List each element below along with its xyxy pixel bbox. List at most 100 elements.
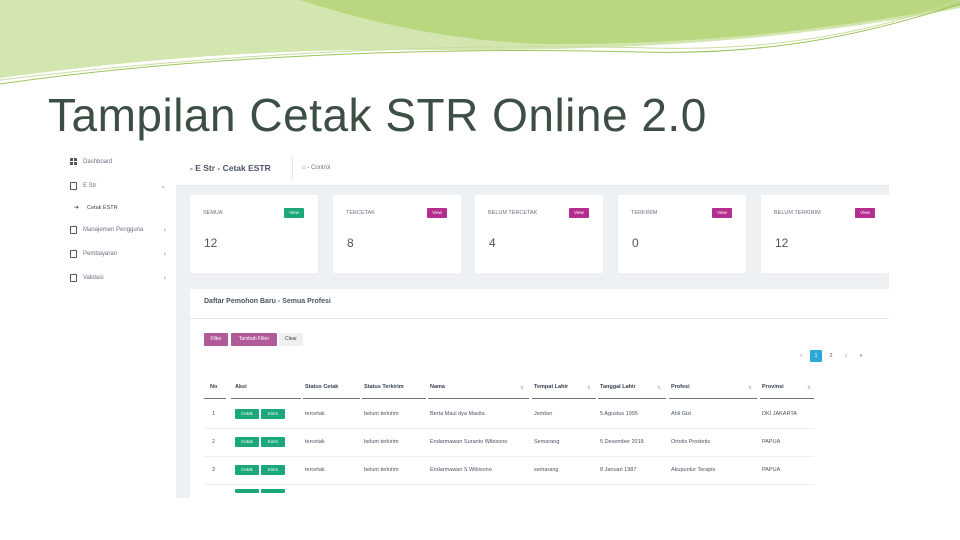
breadcrumb: ⌂ - Control — [302, 165, 330, 171]
kirim-button[interactable] — [261, 489, 285, 493]
sidebar-subitem-label: Cetak ESTR — [87, 204, 118, 211]
kirim-button[interactable]: Kirim — [261, 409, 285, 419]
sidebar-item-label: Pembayaran — [83, 251, 118, 257]
column-header-no[interactable]: No — [210, 384, 217, 390]
card-label: TERCETAK — [346, 210, 375, 216]
home-icon[interactable]: ⌂ — [302, 165, 306, 171]
kirim-button[interactable]: Kirim — [261, 437, 285, 447]
header-swoosh-decoration — [0, 0, 960, 85]
header-underline — [303, 398, 360, 399]
column-header-profesi[interactable]: Profesi — [671, 384, 690, 390]
sort-icon[interactable]: ⇅ — [807, 385, 811, 391]
card-value: 4 — [489, 236, 496, 250]
cell-status-cetak: tercetak — [305, 439, 325, 445]
grid-icon — [70, 158, 77, 166]
header-underline — [231, 398, 301, 399]
card-value: 0 — [632, 236, 639, 250]
sidebar-subitem-cetak-estr[interactable]: ➔ Cetak ESTR — [74, 204, 118, 212]
sort-icon[interactable]: ⇅ — [657, 385, 661, 391]
sidebar-item-label: Dashboard — [83, 159, 113, 165]
header-underline — [532, 398, 596, 399]
cell-no: 1 — [212, 411, 216, 417]
cell-profesi: Ortotis Prostetis — [671, 439, 711, 445]
app-screenshot: Dashboard E Str ⌄ ➔ Cetak ESTR Manajemen… — [64, 152, 889, 498]
document-icon — [70, 182, 77, 190]
view-button[interactable]: View — [427, 208, 447, 218]
breadcrumb-label: - Control — [307, 165, 331, 171]
view-button[interactable]: View — [569, 208, 589, 218]
add-filter-button[interactable]: Tambah Filter — [231, 333, 277, 346]
cell-provinsi: DKI JAKARTA — [762, 411, 797, 417]
header-underline — [204, 398, 226, 399]
divider — [190, 318, 889, 319]
table-row: 3 Cetak Kirim tercetak belum terkirim En… — [204, 456, 814, 485]
sidebar-item-manajemen-pengguna[interactable]: Manajemen Pengguna › — [70, 223, 170, 237]
view-button[interactable]: View — [855, 208, 875, 218]
cetak-button[interactable]: Cetak — [235, 409, 259, 419]
table-row: 2 Cetak Kirim tercetak belum terkirim En… — [204, 428, 814, 457]
cell-nama: Endarmawan Suranto Wibisono — [430, 439, 508, 445]
stat-card-semua: SEMUA View 12 — [190, 195, 318, 273]
kirim-button[interactable]: Kirim — [261, 465, 285, 475]
pager-prev[interactable]: ‹ — [795, 350, 807, 362]
sidebar-item-validasi[interactable]: Validasi › — [70, 271, 170, 285]
card-label: TERKIRIM — [631, 210, 658, 216]
cell-status-terkirim: belum terkirim — [364, 411, 399, 417]
stat-card-belum-terkirim: BELUM TERKIRIM View 12 — [761, 195, 889, 273]
arrow-right-icon: ➔ — [74, 205, 80, 211]
top-bar: - E Str - Cetak ESTR ⌂ - Control — [176, 152, 889, 186]
sidebar-item-label: Validasi — [83, 275, 104, 281]
column-header-provinsi[interactable]: Provinsi — [762, 384, 784, 390]
card-value: 12 — [204, 236, 218, 250]
page-title: - E Str - Cetak ESTR — [190, 163, 271, 173]
cetak-button[interactable]: Cetak — [235, 465, 259, 475]
header-underline — [362, 398, 426, 399]
column-header-tempat-lahir[interactable]: Tempat Lahir — [534, 384, 568, 390]
cell-tanggal-lahir: 5 Desember 2018 — [600, 439, 644, 445]
column-header-tanggal-lahir[interactable]: Tanggal Lahir — [600, 384, 636, 390]
cell-status-terkirim: belum terkirim — [364, 467, 399, 473]
card-value: 8 — [347, 236, 354, 250]
sidebar-item-label: Manajemen Pengguna — [83, 227, 144, 233]
cell-nama: Berta Maul dya Masita — [430, 411, 485, 417]
sidebar-item-pembayaran[interactable]: Pembayaran › — [70, 247, 170, 261]
card-value: 12 — [775, 236, 789, 250]
pager-next[interactable]: › — [840, 350, 852, 362]
pager-page-1[interactable]: 1 — [810, 350, 822, 362]
column-header-nama[interactable]: Nama — [430, 384, 445, 390]
document-icon — [70, 274, 77, 282]
column-header-status-terkirim[interactable]: Status Terkirim — [364, 384, 404, 390]
filter-button[interactable]: Filter — [204, 333, 228, 346]
cetak-button[interactable] — [235, 489, 259, 493]
sort-icon[interactable]: ⇅ — [520, 385, 524, 391]
cetak-button[interactable]: Cetak — [235, 437, 259, 447]
pager-page-2[interactable]: 2 — [825, 350, 837, 362]
sort-icon[interactable]: ⇅ — [587, 385, 591, 391]
cell-tempat-lahir: semarang — [534, 467, 559, 473]
applicants-panel: Daftar Pemohon Baru - Semua Profesi Filt… — [190, 289, 889, 498]
cell-status-cetak: tercetak — [305, 467, 325, 473]
view-button[interactable]: View — [284, 208, 304, 218]
sidebar-item-e-str[interactable]: E Str ⌄ — [70, 179, 170, 193]
column-header-aksi[interactable]: Aksi — [235, 384, 247, 390]
header-underline — [760, 398, 814, 399]
document-icon — [70, 226, 77, 234]
stat-card-belum-tercetak: BELUM TERCETAK View 4 — [475, 195, 603, 273]
pager-last[interactable]: » — [855, 350, 867, 362]
cell-no: 2 — [212, 439, 216, 445]
stat-card-tercetak: TERCETAK View 8 — [333, 195, 461, 273]
clear-button[interactable]: Clear — [279, 333, 303, 346]
divider — [292, 157, 293, 179]
cell-profesi: Ahli Gizi — [671, 411, 692, 417]
cell-profesi: Akupuntur Terapis — [671, 467, 716, 473]
view-button[interactable]: View — [712, 208, 732, 218]
chevron-down-icon: ⌄ — [160, 183, 166, 190]
cell-tanggal-lahir: 8 Januari 1987 — [600, 467, 637, 473]
cell-provinsi: PAPUA — [762, 467, 781, 473]
sort-icon[interactable]: ⇅ — [748, 385, 752, 391]
cell-provinsi: PAPUA — [762, 439, 781, 445]
sidebar-item-dashboard[interactable]: Dashboard — [70, 155, 170, 169]
cell-status-cetak: tercetak — [305, 411, 325, 417]
column-header-status-cetak[interactable]: Status Cetak — [305, 384, 338, 390]
cell-tempat-lahir: Jember — [534, 411, 553, 417]
